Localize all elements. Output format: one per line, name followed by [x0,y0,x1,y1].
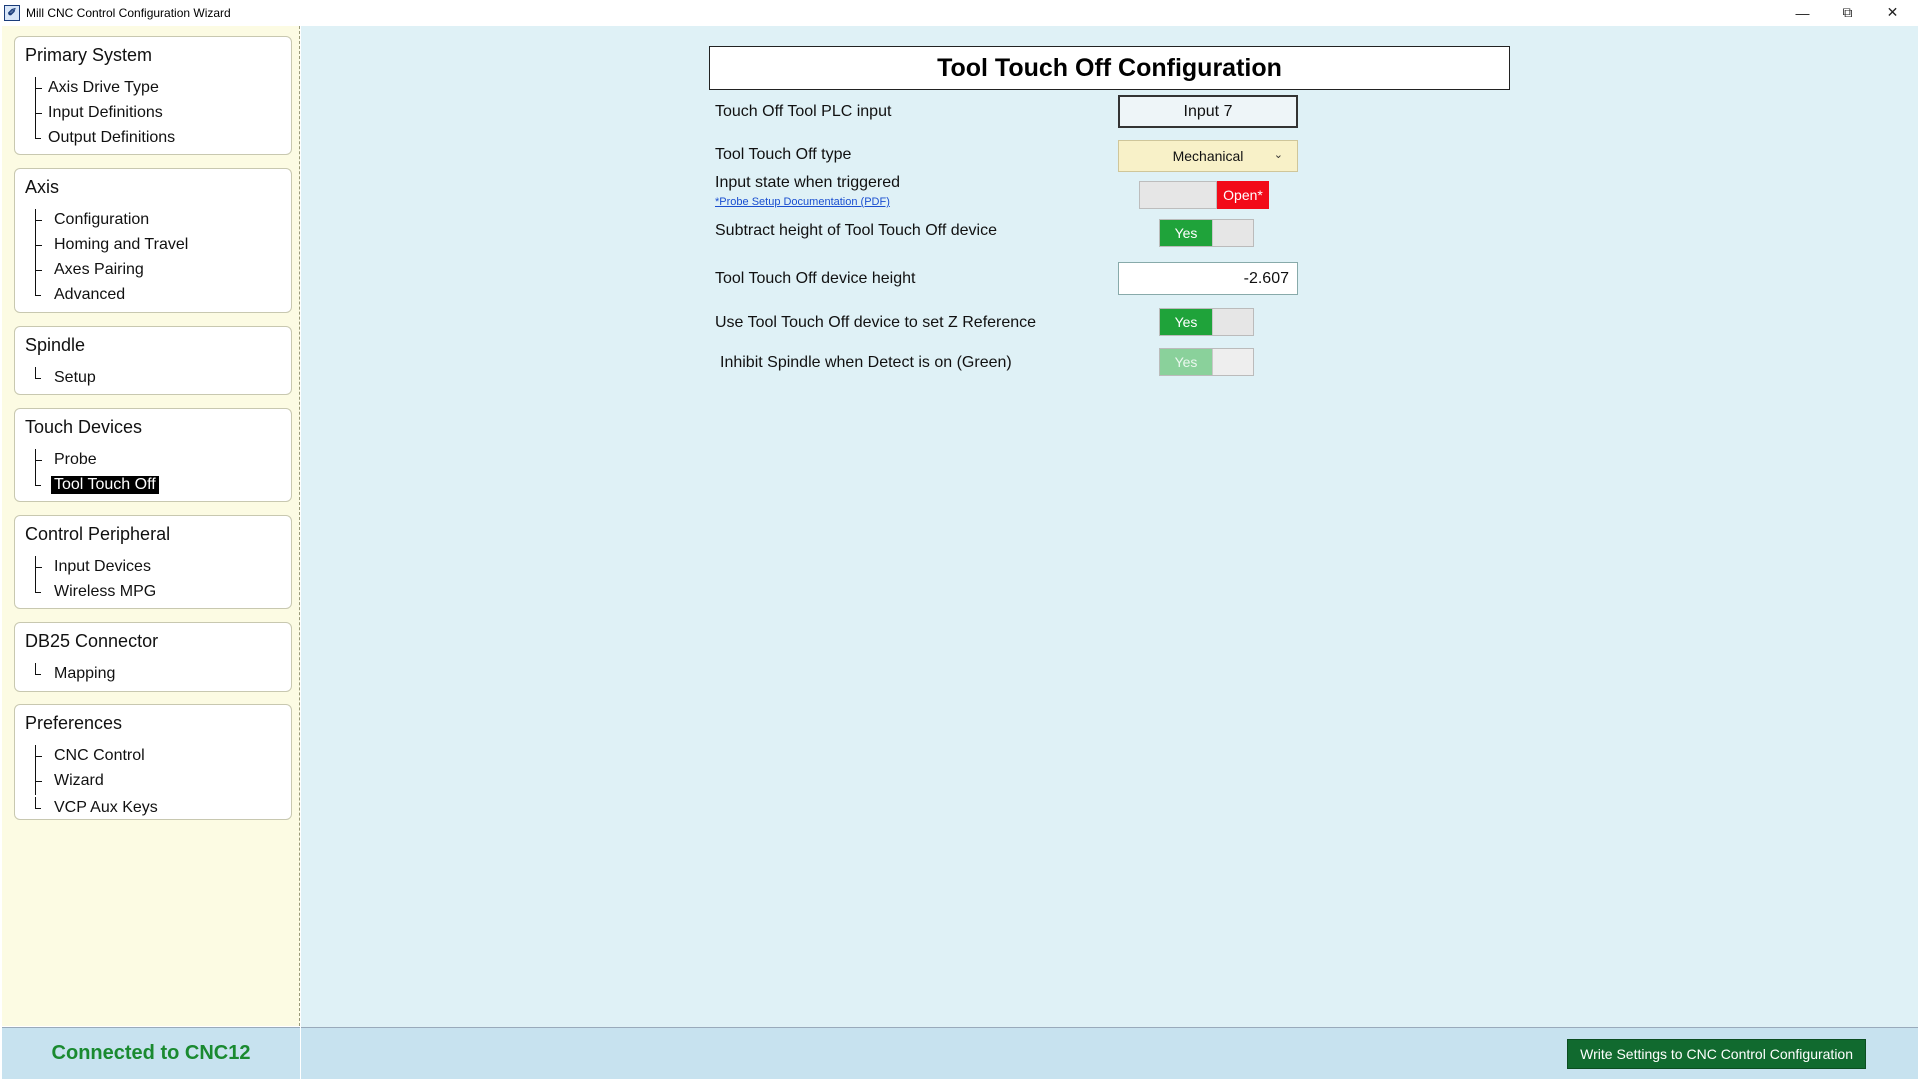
title-bar: ✐ Mill CNC Control Configuration Wizard [0,0,1918,25]
probe-doc-link[interactable]: *Probe Setup Documentation (PDF) [715,196,890,208]
sidebar-group-control-peripheral: Control Peripheral Input Devices Wireles… [14,515,292,609]
input-state-value: Open* [1217,181,1269,209]
footer-bar: Write Settings to CNC Control Configurat… [301,1027,1918,1079]
sidebar-group-spindle: Spindle Setup [14,326,292,395]
group-title: Preferences [25,713,123,733]
sidebar: Primary System Axis Drive Type Input Def… [2,26,300,1026]
sidebar-group-preferences: Preferences CNC Control Wizard VCP Aux K… [14,704,292,820]
device-height-label: Tool Touch Off device height [715,270,916,287]
close-icon: ✕ [1886,4,1899,20]
main-panel: Tool Touch Off Configuration Touch Off T… [301,26,1918,1028]
chevron-down-icon: ⌄ [1273,149,1283,161]
device-height-input[interactable]: -2.607 [1118,262,1298,295]
z-reference-label: Use Tool Touch Off device to set Z Refer… [715,314,1037,331]
page-title: Tool Touch Off Configuration [709,46,1510,90]
toggle-thumb [1139,181,1217,209]
touch-off-type-label: Tool Touch Off type [715,146,852,163]
restore-button[interactable]: ⧉ [1825,0,1870,25]
minimize-button[interactable]: — [1780,0,1825,25]
inhibit-spindle-toggle[interactable]: Yes [1159,348,1254,376]
group-title: Primary System [25,45,153,65]
group-title: Axis [25,177,60,197]
restore-icon: ⧉ [1842,4,1853,20]
subtract-height-value: Yes [1160,220,1212,246]
app-icon: ✐ [4,4,20,21]
minimize-icon: — [1795,4,1810,21]
input-state-label: Input state when triggered [715,174,901,191]
z-reference-value: Yes [1160,309,1212,335]
toggle-thumb [1212,220,1253,246]
group-title: Spindle [25,335,86,355]
group-title: Touch Devices [25,417,143,437]
input-state-toggle[interactable]: Open* [1139,181,1269,209]
sidebar-group-touch-devices: Touch Devices Probe Tool Touch Off [14,408,292,502]
sidebar-group-primary-system: Primary System Axis Drive Type Input Def… [14,36,292,155]
window-title: Mill CNC Control Configuration Wizard [26,5,231,20]
subtract-height-label: Subtract height of Tool Touch Off device [715,222,997,239]
group-title: DB25 Connector [25,631,159,651]
inhibit-spindle-label: Inhibit Spindle when Detect is on (Green… [720,354,1012,371]
z-reference-toggle[interactable]: Yes [1159,308,1254,336]
subtract-height-toggle[interactable]: Yes [1159,219,1254,247]
close-button[interactable]: ✕ [1870,0,1915,25]
connection-status: Connected to CNC12 [2,1027,300,1079]
touch-off-type-value: Mechanical [1172,148,1244,164]
toggle-thumb [1212,349,1253,375]
plc-input-selector[interactable]: Input 7 [1118,95,1298,128]
write-settings-button[interactable]: Write Settings to CNC Control Configurat… [1567,1039,1866,1069]
inhibit-spindle-value: Yes [1160,349,1212,375]
group-title: Control Peripheral [25,524,171,544]
sidebar-group-db25-connector: DB25 Connector Mapping [14,622,292,692]
toggle-thumb [1212,309,1253,335]
plc-input-label: Touch Off Tool PLC input [715,103,892,120]
sidebar-group-axis: Axis Configuration Homing and Travel Axe… [14,168,292,313]
touch-off-type-dropdown[interactable]: Mechanical ⌄ [1118,140,1298,172]
